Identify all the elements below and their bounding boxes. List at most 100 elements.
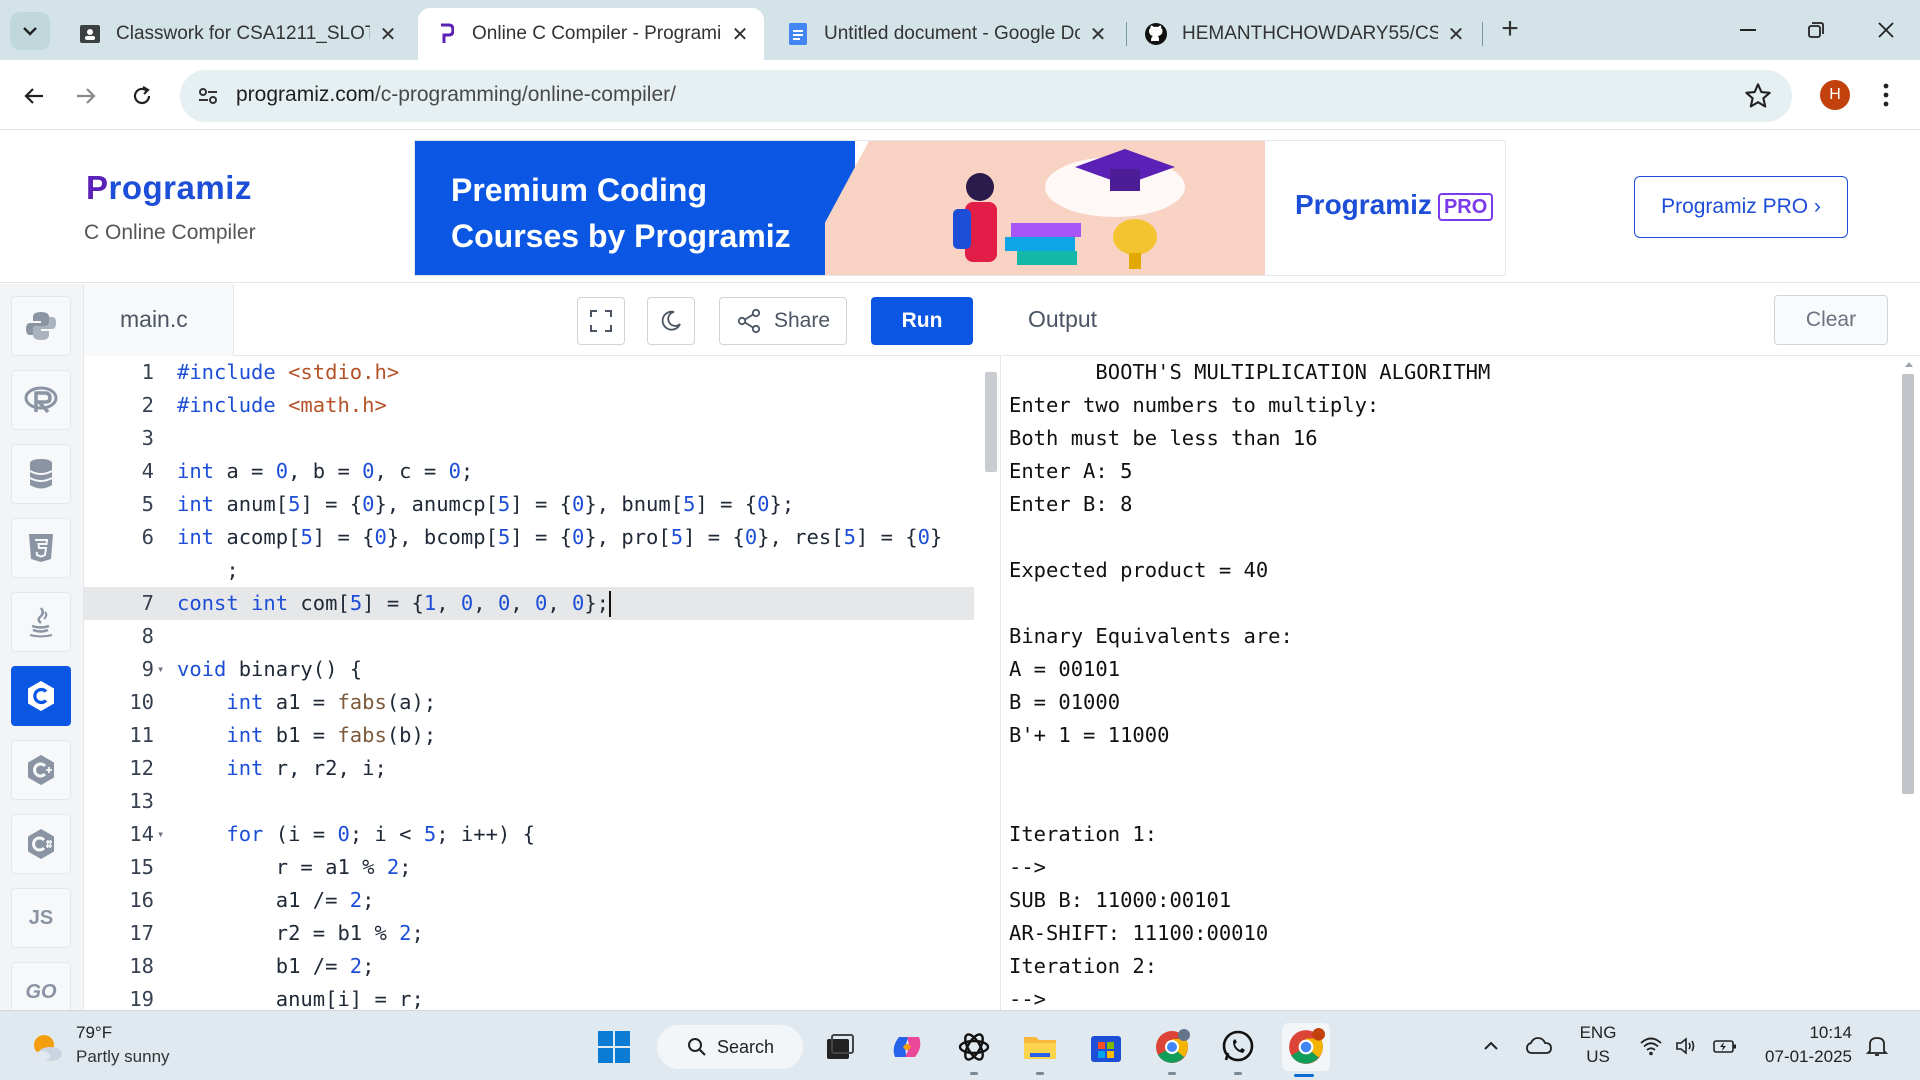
tab-google-docs[interactable]: Untitled document - Google Do ✕ (770, 8, 1122, 60)
editor-toolbar: main.c Share Run (84, 284, 1001, 356)
promo-banner[interactable]: Premium Coding Courses by Programiz Prog… (414, 140, 1506, 276)
editor-scrollbar[interactable] (985, 372, 997, 472)
line-number: 5 (141, 492, 154, 516)
output-line: Iteration 1: (1009, 822, 1158, 846)
new-tab-button[interactable]: + (1492, 12, 1528, 48)
battery-button[interactable] (1710, 1031, 1740, 1061)
start-button[interactable] (592, 1025, 636, 1069)
share-label: Share (773, 309, 831, 332)
fullscreen-button[interactable] (577, 297, 625, 345)
restore-button[interactable] (1786, 8, 1846, 52)
input-language-indicator[interactable]: ENG US (1578, 1021, 1618, 1069)
fullscreen-icon (590, 310, 612, 332)
close-window-button[interactable] (1856, 8, 1916, 52)
browser-toolbar: programiz.com/c-programming/online-compi… (0, 60, 1920, 130)
cloud-icon (1526, 1037, 1552, 1054)
code-text: int a1 = fabs(a); (226, 690, 437, 714)
address-bar[interactable]: programiz.com/c-programming/online-compi… (180, 70, 1792, 122)
running-indicator (1234, 1072, 1242, 1075)
chrome-profile-2-button[interactable] (1282, 1023, 1330, 1077)
fold-arrow-icon[interactable]: ▾ (157, 653, 164, 686)
chrome-profile-1-button[interactable] (1150, 1025, 1194, 1075)
output-scrollbar[interactable] (1902, 374, 1914, 794)
minimize-button[interactable] (1718, 8, 1778, 52)
banner-headline-line-2: Courses by Programiz (451, 218, 791, 254)
close-icon[interactable]: ✕ (1446, 22, 1466, 47)
volume-button[interactable] (1672, 1031, 1702, 1061)
close-icon[interactable]: ✕ (378, 22, 398, 47)
tab-programiz[interactable]: Online C Compiler - Programiz ✕ (418, 8, 764, 60)
tab-search-button[interactable] (10, 12, 50, 50)
tab-github[interactable]: HEMANTHCHOWDARY55/CSA1 ✕ (1128, 8, 1480, 60)
output-line: Binary Equivalents are: (1009, 624, 1293, 648)
copilot-button[interactable] (885, 1025, 929, 1069)
programiz-logo[interactable]: Programiz (86, 169, 252, 207)
notifications-button[interactable] (1862, 1031, 1892, 1061)
close-icon[interactable]: ✕ (1088, 22, 1108, 47)
clear-button[interactable]: Clear (1774, 295, 1888, 345)
moon-icon (661, 310, 681, 331)
tab-title: Untitled document - Google Do (824, 23, 1080, 44)
code-line-wrap: ; (84, 554, 974, 587)
file-tab-main[interactable]: main.c (84, 284, 234, 356)
line-number: 9 (141, 657, 154, 681)
code-line: 4 int a = 0, b = 0, c = 0; (84, 455, 974, 488)
chatgpt-button[interactable] (952, 1025, 996, 1075)
share-button[interactable]: Share (719, 297, 847, 345)
code-text: b1 /= 2; (177, 954, 375, 978)
copilot-icon (893, 1037, 921, 1057)
sidebar-item-go[interactable]: GO (11, 962, 71, 1010)
sidebar-item-csharp[interactable] (11, 814, 71, 874)
sidebar-item-html[interactable] (11, 518, 71, 578)
more-options-icon[interactable] (1876, 80, 1896, 110)
whatsapp-button[interactable] (1216, 1025, 1260, 1075)
sidebar-item-java[interactable] (11, 592, 71, 652)
programiz-pro-button[interactable]: Programiz PRO › (1634, 176, 1848, 238)
site-settings-icon[interactable] (196, 84, 220, 108)
profile-avatar[interactable]: H (1820, 80, 1850, 110)
show-hidden-icons-button[interactable] (1476, 1031, 1506, 1061)
bookmark-star-icon[interactable] (1744, 82, 1772, 110)
code-text: int b1 = fabs(b); (226, 723, 437, 747)
sidebar-item-cpp[interactable] (11, 740, 71, 800)
code-line: 9 ▾ void binary() { (84, 653, 974, 686)
partly-sunny-icon[interactable] (28, 1029, 64, 1065)
sidebar-item-c[interactable] (11, 666, 71, 726)
microsoft-store-button[interactable] (1084, 1025, 1128, 1069)
windows-taskbar: 79°F Partly sunny Search ENG US 10:14 07… (0, 1010, 1920, 1080)
fold-arrow-icon[interactable]: ▾ (157, 818, 164, 851)
code-line: 11 int b1 = fabs(b); (84, 719, 974, 752)
system-clock[interactable]: 10:14 07-01-2025 (1752, 1021, 1852, 1069)
sidebar-item-javascript[interactable]: JS (11, 888, 71, 948)
code-editor[interactable]: 1 #include <stdio.h> 2 #include <math.h> 3… (84, 356, 1001, 1010)
sidebar-item-python[interactable] (11, 296, 71, 356)
sidebar-item-r[interactable] (11, 370, 71, 430)
taskbar-search[interactable]: Search (657, 1025, 803, 1069)
javascript-icon: JS (28, 906, 54, 929)
output-console[interactable]: BOOTH'S MULTIPLICATION ALGORITHM Enter t… (1002, 356, 1920, 1010)
wifi-button[interactable] (1636, 1031, 1666, 1061)
task-view-button[interactable] (818, 1025, 862, 1069)
line-number: 14 (129, 822, 154, 846)
restore-icon (1808, 22, 1824, 38)
run-button[interactable]: Run (871, 297, 973, 345)
line-number: 7 (141, 591, 154, 615)
output-line: BOOTH'S MULTIPLICATION ALGORITHM (1009, 360, 1491, 384)
onedrive-button[interactable] (1524, 1031, 1554, 1061)
forward-button[interactable] (66, 76, 106, 116)
code-line-active: 7 const int com[5] = {1, 0, 0, 0, 0}; (84, 587, 974, 620)
reload-button[interactable] (122, 76, 162, 116)
tab-classroom[interactable]: Classwork for CSA1211_SLOT A ✕ (62, 8, 412, 60)
scroll-up-arrow-icon[interactable] (1902, 356, 1916, 372)
output-line: A = 00101 (1009, 657, 1121, 681)
tab-title: Classwork for CSA1211_SLOT A (116, 23, 370, 44)
back-button[interactable] (14, 76, 54, 116)
output-toolbar: Output Clear (1002, 284, 1920, 356)
file-explorer-button[interactable] (1018, 1025, 1062, 1075)
dark-mode-button[interactable] (647, 297, 695, 345)
line-number: 1 (141, 360, 154, 384)
close-icon[interactable]: ✕ (730, 22, 750, 47)
forward-arrow-icon (77, 88, 96, 104)
line-number: 4 (141, 459, 154, 483)
sidebar-item-sql[interactable] (11, 444, 71, 504)
